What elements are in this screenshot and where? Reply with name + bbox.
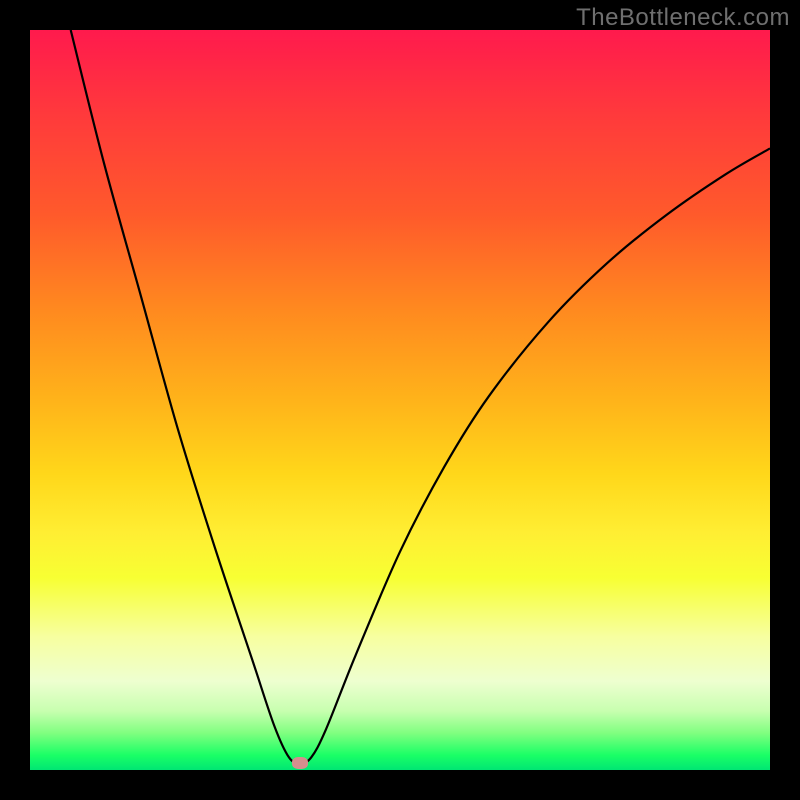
- watermark-text: TheBottleneck.com: [576, 4, 790, 32]
- bottleneck-curve: [30, 30, 770, 770]
- plot-area: [30, 30, 770, 770]
- chart-frame: TheBottleneck.com: [0, 0, 800, 800]
- optimal-point-marker: [292, 757, 308, 769]
- curve-path: [71, 30, 770, 763]
